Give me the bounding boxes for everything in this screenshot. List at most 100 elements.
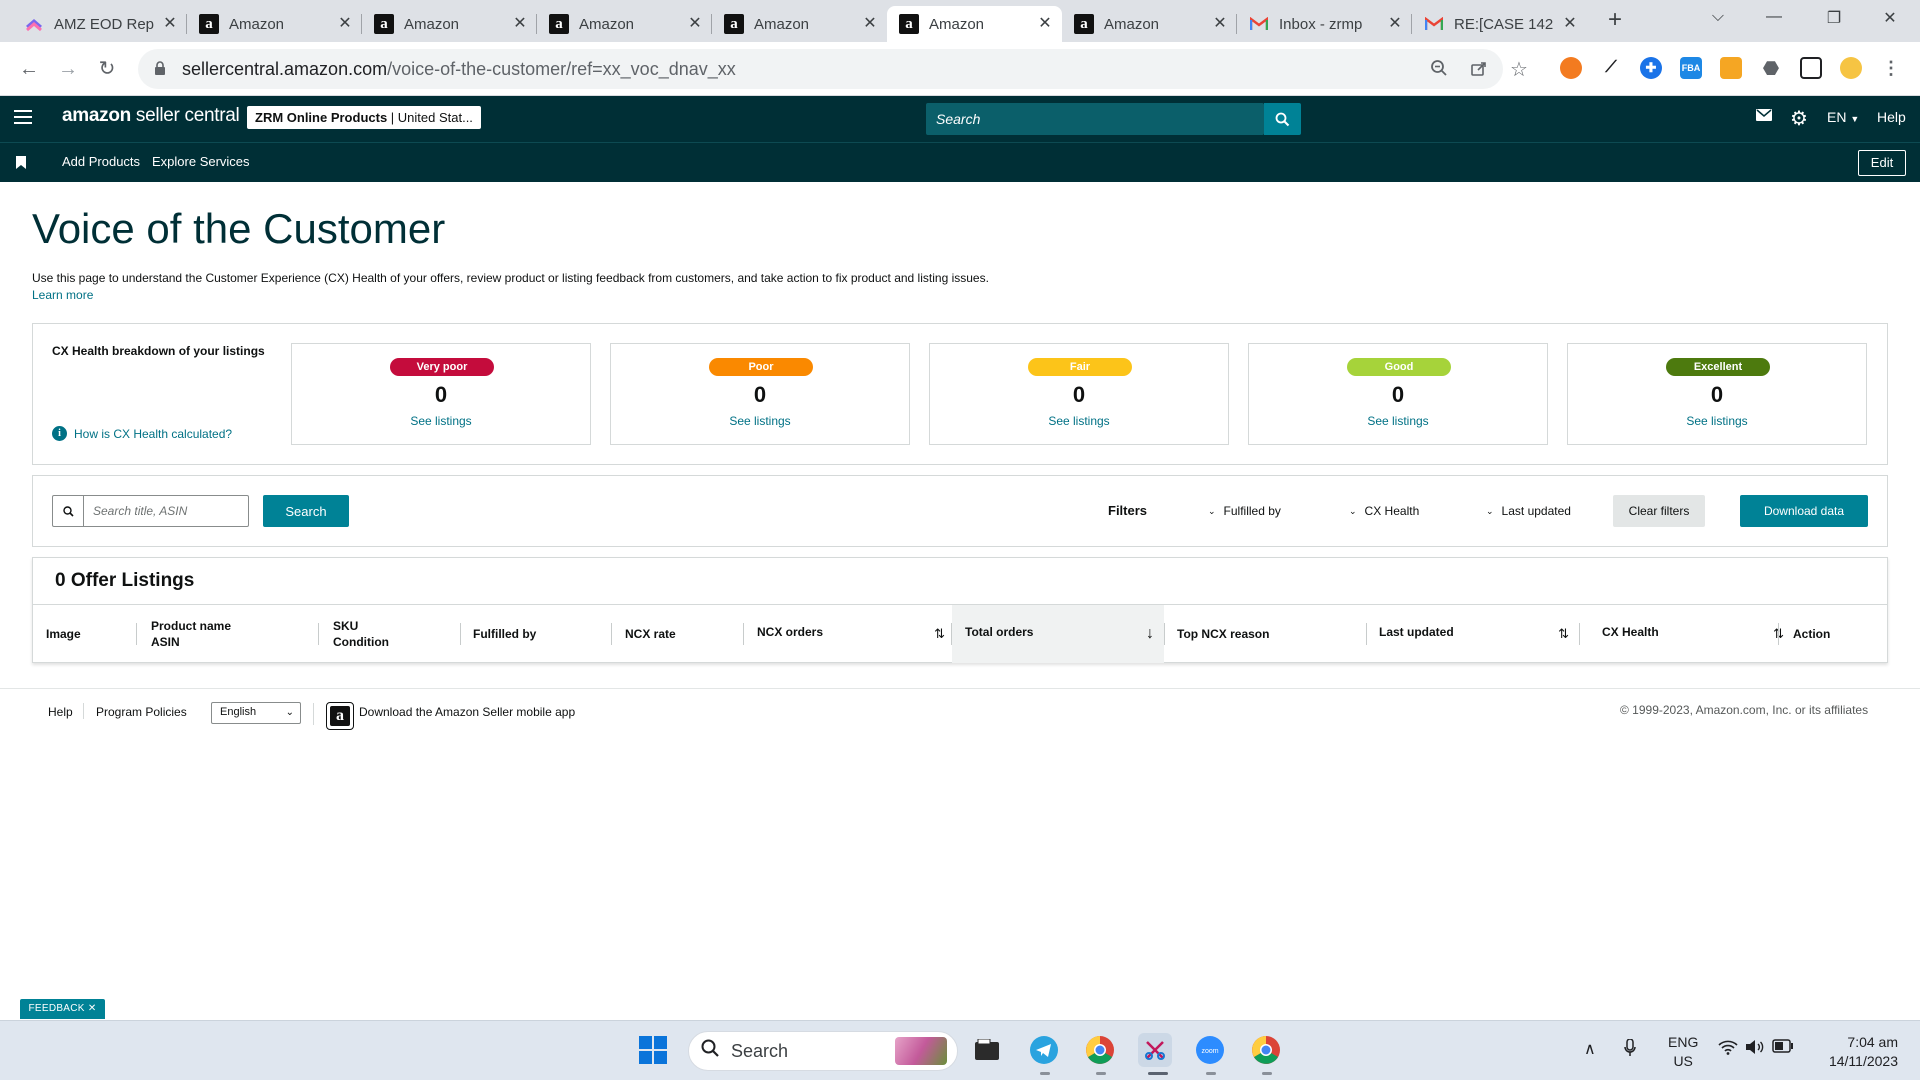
browser-tab[interactable]: a Amazon ✕ xyxy=(537,6,712,42)
tab-title: Inbox - zrmp xyxy=(1279,15,1363,33)
browser-tab[interactable]: a Amazon ✕ xyxy=(362,6,537,42)
hamburger-menu-icon[interactable] xyxy=(14,110,32,124)
restore-icon[interactable]: ❐ xyxy=(1814,8,1854,32)
system-clock[interactable]: 7:04 am 14/11/2023 xyxy=(1812,1033,1898,1071)
tab-search-chevron-icon[interactable]: ⌵ xyxy=(1698,8,1738,32)
footer-help-link[interactable]: Help xyxy=(48,705,73,719)
see-listings-link[interactable]: See listings xyxy=(611,414,909,428)
zoom-out-icon[interactable] xyxy=(1428,59,1450,81)
footer-program-policies-link[interactable]: Program Policies xyxy=(96,705,187,719)
close-icon[interactable]: ✕ xyxy=(161,15,179,33)
windows-start-icon[interactable] xyxy=(638,1035,668,1065)
col-fulfilled-by[interactable]: Fulfilled by xyxy=(473,605,593,663)
listing-search-input[interactable] xyxy=(85,496,247,526)
microphone-icon[interactable] xyxy=(1624,1038,1636,1062)
close-icon[interactable]: ✕ xyxy=(686,15,704,33)
mail-icon[interactable] xyxy=(1753,108,1775,130)
sort-descending-icon[interactable]: ↓ xyxy=(1146,626,1154,642)
tray-chevron-up-icon[interactable]: ∧ xyxy=(1584,1039,1596,1059)
close-icon[interactable]: ✕ xyxy=(1386,15,1404,33)
puzzle-icon[interactable]: ⬣ xyxy=(1760,57,1782,79)
extension-icon[interactable] xyxy=(1720,57,1742,79)
extension-icon[interactable]: FBA xyxy=(1680,57,1702,79)
col-last-updated[interactable]: Last updated ⇅ xyxy=(1379,605,1579,663)
download-data-button[interactable]: Download data xyxy=(1740,495,1868,527)
file-explorer-icon[interactable] xyxy=(970,1033,1004,1067)
chrome-icon[interactable] xyxy=(1083,1033,1117,1067)
browser-tab[interactable]: RE:[CASE 142 ✕ xyxy=(1412,6,1587,42)
fulfilled-by-dropdown[interactable]: ⌄ Fulfilled by xyxy=(1208,504,1281,518)
close-icon[interactable]: ✕ xyxy=(1211,15,1229,33)
col-product-name[interactable]: Product name ASIN xyxy=(151,605,321,663)
volume-icon[interactable] xyxy=(1745,1039,1765,1060)
account-switcher[interactable]: ZRM Online Products | United Stat... xyxy=(247,106,481,129)
col-ncx-rate[interactable]: NCX rate xyxy=(625,605,735,663)
learn-more-link[interactable]: Learn more xyxy=(32,288,93,302)
cx-health-calc-link[interactable]: i How is CX Health calculated? xyxy=(52,426,232,441)
edit-button[interactable]: Edit xyxy=(1858,150,1906,176)
extension-icon[interactable]: ✚ xyxy=(1640,57,1662,79)
feedback-tab[interactable]: FEEDBACK ✕ xyxy=(20,999,105,1019)
reload-icon[interactable]: ↻ xyxy=(92,54,122,84)
amazon-app-icon[interactable]: a xyxy=(326,702,354,730)
help-link[interactable]: Help xyxy=(1877,109,1906,125)
browser-tab[interactable]: a Amazon ✕ xyxy=(712,6,887,42)
cx-health-dropdown[interactable]: ⌄ CX Health xyxy=(1349,504,1419,518)
chrome-profile-icon[interactable] xyxy=(1249,1033,1283,1067)
download-app-link[interactable]: Download the Amazon Seller mobile app xyxy=(359,705,575,719)
browser-tab[interactable]: Inbox - zrmp ✕ xyxy=(1237,6,1412,42)
search-button[interactable]: Search xyxy=(263,495,349,527)
see-listings-link[interactable]: See listings xyxy=(292,414,590,428)
browser-tab[interactable]: AMZ EOD Rep ✕ xyxy=(12,6,187,42)
col-cx-health[interactable]: CX Health⇅ xyxy=(1602,605,1794,663)
kebab-menu-icon[interactable]: ⋮ xyxy=(1880,57,1902,79)
share-icon[interactable] xyxy=(1468,59,1490,81)
close-icon[interactable]: ✕ xyxy=(861,15,879,33)
extension-icon[interactable] xyxy=(1560,57,1582,79)
subnav-explore-services[interactable]: Explore Services xyxy=(152,154,250,169)
taskbar-search[interactable]: Search xyxy=(688,1031,958,1071)
wifi-icon[interactable] xyxy=(1718,1039,1738,1060)
col-ncx-orders[interactable]: NCX orders ⇅ xyxy=(757,605,955,663)
telegram-icon[interactable] xyxy=(1027,1033,1061,1067)
battery-icon[interactable] xyxy=(1772,1039,1794,1058)
see-listings-link[interactable]: See listings xyxy=(1568,414,1866,428)
close-icon[interactable]: ✕ xyxy=(336,15,354,33)
col-total-orders[interactable]: Total orders ↓ xyxy=(952,605,1164,663)
back-arrow-icon[interactable]: ← xyxy=(14,54,44,84)
close-icon[interactable]: ✕ xyxy=(511,15,529,33)
extension-icon[interactable]: ⟋ xyxy=(1600,57,1622,79)
see-listings-link[interactable]: See listings xyxy=(1249,414,1547,428)
close-icon[interactable]: ✕ xyxy=(1036,15,1054,33)
sort-icon[interactable]: ⇅ xyxy=(934,626,945,642)
minimize-icon[interactable]: — xyxy=(1754,8,1794,32)
gear-icon[interactable]: ⚙ xyxy=(1788,106,1810,130)
address-bar[interactable]: sellercentral.amazon.com/voice-of-the-cu… xyxy=(138,49,1528,89)
header-search-input[interactable] xyxy=(926,103,1264,135)
browser-tab-active[interactable]: a Amazon ✕ xyxy=(887,6,1062,42)
browser-tab[interactable]: a Amazon ✕ xyxy=(187,6,362,42)
last-updated-dropdown[interactable]: ⌄ Last updated xyxy=(1486,504,1571,518)
browser-tab[interactable]: a Amazon ✕ xyxy=(1062,6,1237,42)
bookmark-star-icon[interactable]: ☆ xyxy=(1508,59,1530,81)
input-language-indicator[interactable]: ENG US xyxy=(1668,1033,1698,1071)
window-close-icon[interactable]: ✕ xyxy=(1870,8,1910,32)
bookmark-icon[interactable] xyxy=(16,156,28,170)
col-sku[interactable]: SKU Condition xyxy=(333,605,453,663)
new-tab-plus-icon[interactable]: + xyxy=(1600,8,1630,34)
seller-central-logo[interactable]: amazon seller central xyxy=(62,105,240,127)
footer-language-select[interactable]: English ⌄ xyxy=(211,702,301,724)
profile-avatar[interactable] xyxy=(1840,57,1862,79)
subnav-add-products[interactable]: Add Products xyxy=(62,154,140,169)
col-top-ncx-reason[interactable]: Top NCX reason xyxy=(1177,605,1337,663)
see-listings-link[interactable]: See listings xyxy=(930,414,1228,428)
close-icon[interactable]: ✕ xyxy=(1561,15,1579,33)
snipping-tool-icon[interactable] xyxy=(1138,1033,1172,1067)
header-search-button[interactable] xyxy=(1264,103,1301,135)
language-selector[interactable]: EN ▼ xyxy=(1827,109,1859,125)
forward-arrow-icon[interactable]: → xyxy=(53,54,83,84)
sort-icon[interactable]: ⇅ xyxy=(1558,626,1569,642)
zoom-icon[interactable]: zoom xyxy=(1193,1033,1227,1067)
clear-filters-button[interactable]: Clear filters xyxy=(1613,495,1705,527)
side-panel-icon[interactable] xyxy=(1800,57,1822,79)
